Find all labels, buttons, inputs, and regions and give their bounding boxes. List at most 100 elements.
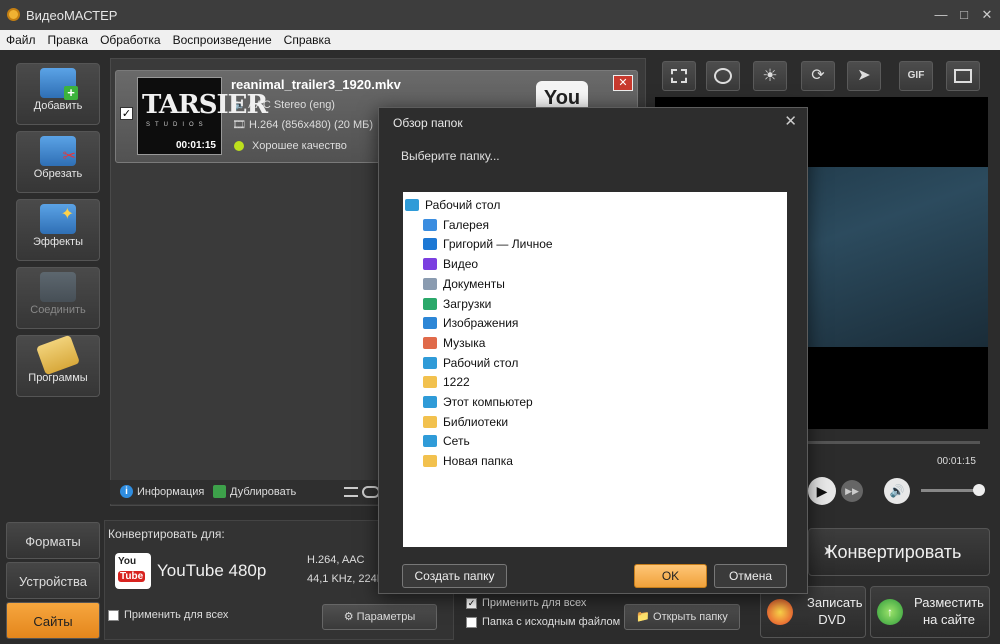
video-thumbnail: TARSIER STUDIOS 00:01:15 xyxy=(137,77,268,155)
dvd-icon xyxy=(767,599,793,625)
duplicate-button[interactable]: Дублировать xyxy=(213,485,296,498)
output-apply-all-box: ✓ xyxy=(466,597,477,609)
info-label: Информация xyxy=(137,485,205,498)
tree-node[interactable]: Рабочий стол xyxy=(423,354,518,372)
info-button[interactable]: i Информация xyxy=(120,485,204,498)
tree-node-label: Рабочий стол xyxy=(443,355,519,370)
desktop-folder-icon xyxy=(423,356,437,369)
gear-icon: ⚙ xyxy=(343,611,354,623)
close-icon[interactable]: ✕ xyxy=(974,4,1000,26)
parameters-label: Параметры xyxy=(356,611,416,623)
scissors-icon: ✂ xyxy=(40,136,76,166)
tree-node[interactable]: Галерея xyxy=(423,216,489,234)
add-button-label: Добавить xyxy=(33,100,83,112)
source-folder-box xyxy=(466,616,477,628)
cancel-button[interactable]: Отмена xyxy=(714,564,787,588)
video-folder-icon xyxy=(423,258,437,271)
menu-playback[interactable]: Воспроизведение xyxy=(167,33,278,47)
seek-bar[interactable] xyxy=(804,441,980,444)
quality-dot-icon xyxy=(234,141,244,151)
convert-button[interactable]: ➤ Конвертировать xyxy=(808,528,990,576)
apply-all-box xyxy=(108,609,119,621)
tree-node-label: Галерея xyxy=(443,217,490,232)
gif-icon[interactable]: GIF xyxy=(899,61,933,91)
crop-icon[interactable] xyxy=(662,61,696,91)
effects-button[interactable]: ✦ Эффекты xyxy=(16,199,100,261)
new-folder-button[interactable]: Создать папку xyxy=(402,564,507,588)
dvd-label-2: DVD xyxy=(818,612,846,627)
ok-button[interactable]: OK xyxy=(634,564,707,588)
tree-node-label: Загрузки xyxy=(443,296,492,311)
publish-button[interactable]: ↑ Разместить на сайте xyxy=(870,586,990,638)
folder-icon xyxy=(423,455,437,468)
thumbnail-title: TARSIER xyxy=(142,90,268,120)
tree-node-label: Этот компьютер xyxy=(443,395,533,409)
folder-icon xyxy=(423,376,437,389)
tree-node[interactable]: Этот компьютер xyxy=(423,393,533,411)
open-folder-button[interactable]: 📁 Открыть папку xyxy=(624,604,740,630)
tickets-icon xyxy=(35,334,81,376)
preset-audio: 44,1 KHz, 224K xyxy=(307,573,382,585)
tree-node[interactable]: Библиотеки xyxy=(423,413,508,431)
brightness-icon[interactable]: ☀ xyxy=(753,61,787,91)
gif-label: GIF xyxy=(907,70,925,81)
tree-node[interactable]: Музыка xyxy=(423,334,485,352)
convert-for-label: Конвертировать для: xyxy=(108,527,225,541)
tab-devices[interactable]: Устройства xyxy=(6,562,100,599)
tree-node-label: Новая папка xyxy=(443,454,513,469)
menu-processing[interactable]: Обработка xyxy=(94,33,167,47)
effects-button-label: Эффекты xyxy=(32,236,83,248)
tree-node[interactable]: Видео xyxy=(423,255,478,273)
watermark-icon[interactable] xyxy=(706,61,740,91)
app-title: ВидеоМАСТЕР xyxy=(26,7,118,23)
cut-button[interactable]: ✂ Обрезать xyxy=(16,131,100,193)
volume-slider-handle[interactable] xyxy=(973,484,985,496)
computer-icon xyxy=(423,396,437,408)
dvd-label-1: Записать xyxy=(807,595,863,610)
play-button[interactable]: ▶ xyxy=(808,477,836,505)
source-folder-option[interactable]: Папка с исходным файлом xyxy=(466,616,620,628)
folder-tree[interactable]: Рабочий стол Галерея Григорий — Личное Виде… xyxy=(403,192,787,547)
gallery-icon xyxy=(423,218,437,231)
open-folder-label: Открыть папку xyxy=(653,611,728,623)
tree-node[interactable]: Григорий — Личное xyxy=(423,235,553,253)
join-button[interactable]: Соединить xyxy=(16,267,100,329)
tree-node[interactable]: Загрузки xyxy=(423,295,491,313)
play-frame-icon[interactable] xyxy=(946,61,980,91)
tab-formats[interactable]: Форматы xyxy=(6,522,100,559)
menu-help[interactable]: Справка xyxy=(278,33,337,47)
volume-icon[interactable]: 🔊 xyxy=(884,478,910,504)
parameters-button[interactable]: ⚙ Параметры xyxy=(322,604,437,630)
dialog-close-icon[interactable]: ✕ xyxy=(784,112,797,130)
tree-node[interactable]: Новая папка xyxy=(423,452,513,470)
tree-node[interactable]: Изображения xyxy=(423,314,518,332)
menu-file[interactable]: Файл xyxy=(0,33,42,47)
tree-node-label: Библиотеки xyxy=(443,414,509,429)
desktop-folder-icon xyxy=(405,199,419,211)
documents-icon xyxy=(423,277,437,290)
volume-slider[interactable] xyxy=(921,489,981,492)
programs-button[interactable]: Программы xyxy=(16,334,100,397)
speed-icon[interactable]: ➤ xyxy=(847,61,881,91)
output-apply-all[interactable]: ✓ Применить для всех xyxy=(466,597,586,609)
menu-edit[interactable]: Правка xyxy=(42,33,95,47)
file-quality-row: Хорошее качество xyxy=(234,140,347,152)
next-frame-icon[interactable]: ▶▶ xyxy=(841,480,863,502)
menu-bar: Файл Правка Обработка Воспроизведение Сп… xyxy=(0,30,1000,50)
list-view-icon[interactable] xyxy=(344,487,358,497)
downloads-icon xyxy=(423,297,437,310)
preset-name[interactable]: YouTube 480p xyxy=(157,561,266,581)
apply-all-checkbox[interactable]: Применить для всех xyxy=(108,609,228,621)
tree-node[interactable]: 1222 xyxy=(423,373,470,391)
tree-node[interactable]: Рабочий стол xyxy=(405,196,500,214)
file-checkbox[interactable]: ✓ xyxy=(120,107,133,120)
file-quality: Хорошее качество xyxy=(252,140,347,152)
add-button[interactable]: + Добавить xyxy=(16,63,100,125)
remove-file-icon[interactable]: ✕ xyxy=(613,75,633,91)
tree-node[interactable]: Документы xyxy=(423,275,505,293)
rotate-icon[interactable]: ⟳ xyxy=(801,61,835,91)
dialog-prompt: Выберите папку... xyxy=(401,149,500,163)
tree-node[interactable]: Сеть xyxy=(423,432,470,450)
tab-sites[interactable]: Сайты xyxy=(6,602,100,639)
tree-node-label: Рабочий стол xyxy=(425,198,501,212)
